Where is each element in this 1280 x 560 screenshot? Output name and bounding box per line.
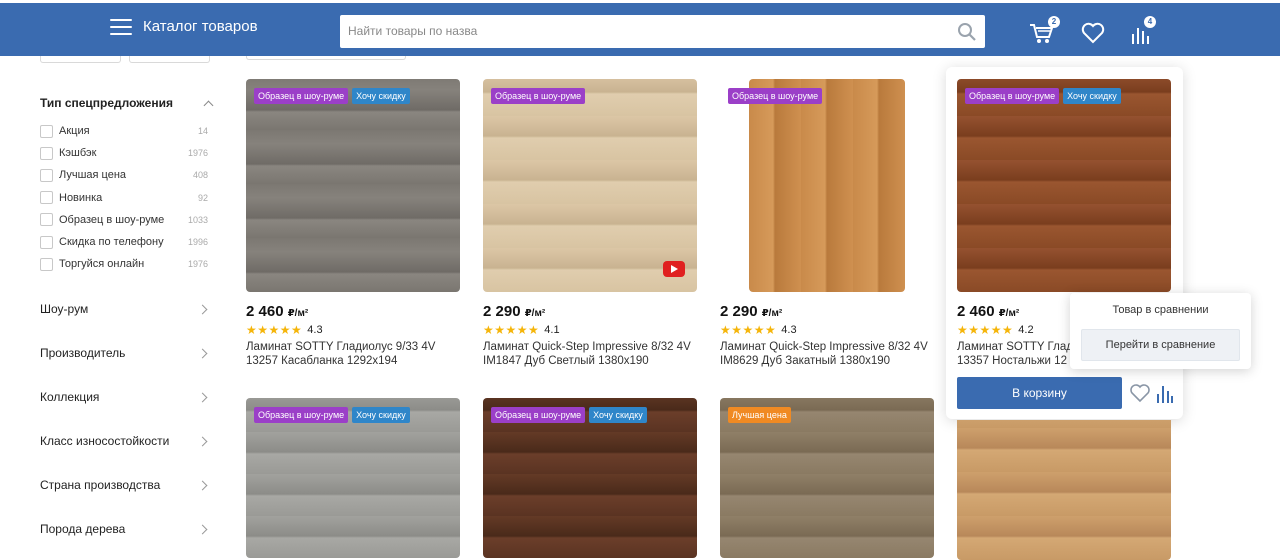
filter-option[interactable]: Новинка 92 (40, 187, 218, 209)
filter-option[interactable]: Скидка по телефону 1996 (40, 231, 218, 253)
catalog-button[interactable]: Каталог товаров (143, 18, 258, 35)
filter-button-top[interactable] (40, 56, 121, 63)
filter-button-top[interactable] (129, 56, 210, 63)
product-image[interactable] (246, 79, 460, 292)
badge-showroom: Образец в шоу-руме (965, 88, 1060, 104)
product-price: 2 460 ₽/м² (957, 303, 1020, 320)
compare-popup: Товар в сравнении Перейти в сравнение (1070, 293, 1251, 369)
product-image[interactable] (749, 79, 905, 292)
compare-icon[interactable]: 4 (1128, 16, 1156, 46)
compare-popup-title: Товар в сравнении (1112, 304, 1209, 316)
filters-sidebar: Тип спецпредложения Акция 14 Кэшбэк 1976 Л… (40, 88, 218, 551)
product-rating: ★★★★★ 4.2 (957, 323, 1034, 337)
product-title[interactable]: Ламинат SOTTY Глад 13357 Ностальжи 12 (957, 340, 1075, 368)
product-price: 2 290 ₽/м² (483, 303, 546, 320)
filter-section-country[interactable]: Страна производства (40, 463, 218, 507)
badge-discount[interactable]: Хочу скидку (589, 407, 647, 423)
top-header: Каталог товаров 2 4 (0, 0, 1280, 56)
star-icons: ★★★★★ (246, 323, 303, 337)
favorites-icon[interactable] (1080, 20, 1106, 46)
filter-section-wear-class[interactable]: Класс износостойкости (40, 419, 218, 463)
badge-showroom: Образец в шоу-руме (491, 407, 586, 423)
product-rating: ★★★★★ 4.3 (720, 323, 797, 337)
checkbox[interactable] (40, 191, 53, 205)
filter-option[interactable]: Кэшбэк 1976 (40, 142, 218, 164)
filter-option[interactable]: Акция 14 (40, 120, 218, 142)
search-input[interactable] (348, 15, 948, 48)
menu-icon[interactable] (110, 19, 132, 37)
checkbox[interactable] (40, 146, 53, 160)
chevron-right-icon (197, 524, 208, 535)
filter-section-collection[interactable]: Коллекция (40, 375, 218, 419)
star-icons: ★★★★★ (957, 323, 1014, 337)
badge-showroom: Образец в шоу-руме (491, 88, 586, 104)
star-icons: ★★★★★ (720, 323, 777, 337)
filter-title: Тип спецпредложения (40, 96, 173, 110)
badge-discount[interactable]: Хочу скидку (352, 88, 410, 104)
star-icons: ★★★★★ (483, 323, 540, 337)
checkbox[interactable] (40, 168, 53, 182)
cart-count-badge: 2 (1048, 16, 1060, 28)
favorite-heart-icon[interactable] (1129, 382, 1151, 404)
chevron-right-icon (197, 480, 208, 491)
product-title[interactable]: Ламинат Quick-Step Impressive 8/32 4V IM… (483, 340, 697, 368)
badge-showroom: Образец в шоу-руме (728, 88, 823, 104)
product-title[interactable]: Ламинат SOTTY Гладиолус 9/33 4V 13257 Ка… (246, 340, 460, 368)
filter-option[interactable]: Лучшая цена 408 (40, 164, 218, 186)
badge-discount[interactable]: Хочу скидку (1063, 88, 1121, 104)
product-image[interactable] (957, 420, 1171, 560)
sort-button-top[interactable] (246, 56, 406, 60)
chevron-right-icon (197, 392, 208, 403)
product-price: 2 460 ₽/м² (246, 303, 309, 320)
product-title[interactable]: Ламинат Quick-Step Impressive 8/32 4V IM… (720, 340, 934, 368)
filter-section-wood-type[interactable]: Порода дерева (40, 507, 218, 551)
product-image[interactable] (483, 79, 697, 292)
filter-option[interactable]: Образец в шоу-руме 1033 (40, 209, 218, 231)
search-box[interactable] (340, 15, 985, 48)
chevron-right-icon (197, 436, 208, 447)
chevron-right-icon (197, 348, 208, 359)
search-icon[interactable] (957, 22, 977, 42)
badge-best-price: Лучшая цена (728, 407, 791, 423)
go-to-compare-button[interactable]: Перейти в сравнение (1081, 329, 1240, 361)
cart-icon[interactable]: 2 (1028, 16, 1060, 46)
badge-showroom: Образец в шоу-руме (254, 407, 349, 423)
filter-special-offer-header[interactable]: Тип спецпредложения (40, 88, 218, 118)
product-rating: ★★★★★ 4.1 (483, 323, 560, 337)
filter-section-manufacturer[interactable]: Производитель (40, 331, 218, 375)
video-play-icon[interactable] (663, 261, 685, 277)
badge-showroom: Образец в шоу-руме (254, 88, 349, 104)
compare-bars-icon[interactable] (1154, 382, 1174, 404)
filter-option[interactable]: Торгуйся онлайн 1976 (40, 253, 218, 275)
chevron-right-icon (197, 304, 208, 315)
product-price: 2 290 ₽/м² (720, 303, 783, 320)
product-rating: ★★★★★ 4.3 (246, 323, 323, 337)
compare-count-badge: 4 (1144, 16, 1156, 28)
product-image[interactable] (957, 79, 1171, 292)
add-to-cart-button[interactable]: В корзину (957, 377, 1122, 409)
chevron-up-icon[interactable] (203, 100, 214, 110)
checkbox[interactable] (40, 257, 53, 271)
filter-section-showroom[interactable]: Шоу-рум (40, 287, 218, 331)
badge-discount[interactable]: Хочу скидку (352, 407, 410, 423)
checkbox[interactable] (40, 235, 53, 249)
checkbox[interactable] (40, 213, 53, 227)
checkbox[interactable] (40, 124, 53, 138)
